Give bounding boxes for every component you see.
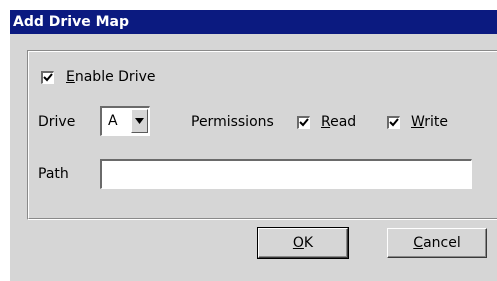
permissions-label: Permissions [191, 114, 274, 130]
chevron-down-icon [135, 118, 144, 124]
enable-drive-label[interactable]: Enable Drive [66, 68, 155, 86]
drive-select[interactable]: A [100, 106, 150, 136]
drive-select-button[interactable] [131, 109, 148, 133]
read-label[interactable]: Read [321, 113, 356, 131]
dialog-title: Add Drive Map [10, 10, 497, 34]
drive-label: Drive [38, 114, 76, 130]
write-label[interactable]: Write [411, 113, 448, 131]
cancel-button[interactable]: Cancel [387, 228, 487, 258]
read-checkbox[interactable] [297, 116, 310, 129]
drive-select-value: A [108, 113, 118, 129]
check-mark-icon [389, 118, 399, 127]
check-mark-icon [43, 73, 53, 82]
path-input[interactable] [100, 159, 472, 189]
check-mark-icon [299, 118, 309, 127]
enable-drive-checkbox[interactable] [41, 71, 54, 84]
write-checkbox[interactable] [387, 116, 400, 129]
path-label: Path [38, 166, 69, 182]
add-drive-map-dialog: Add Drive Map Enable Drive Drive A Permi… [9, 9, 497, 281]
ok-button[interactable]: OK [257, 227, 349, 259]
